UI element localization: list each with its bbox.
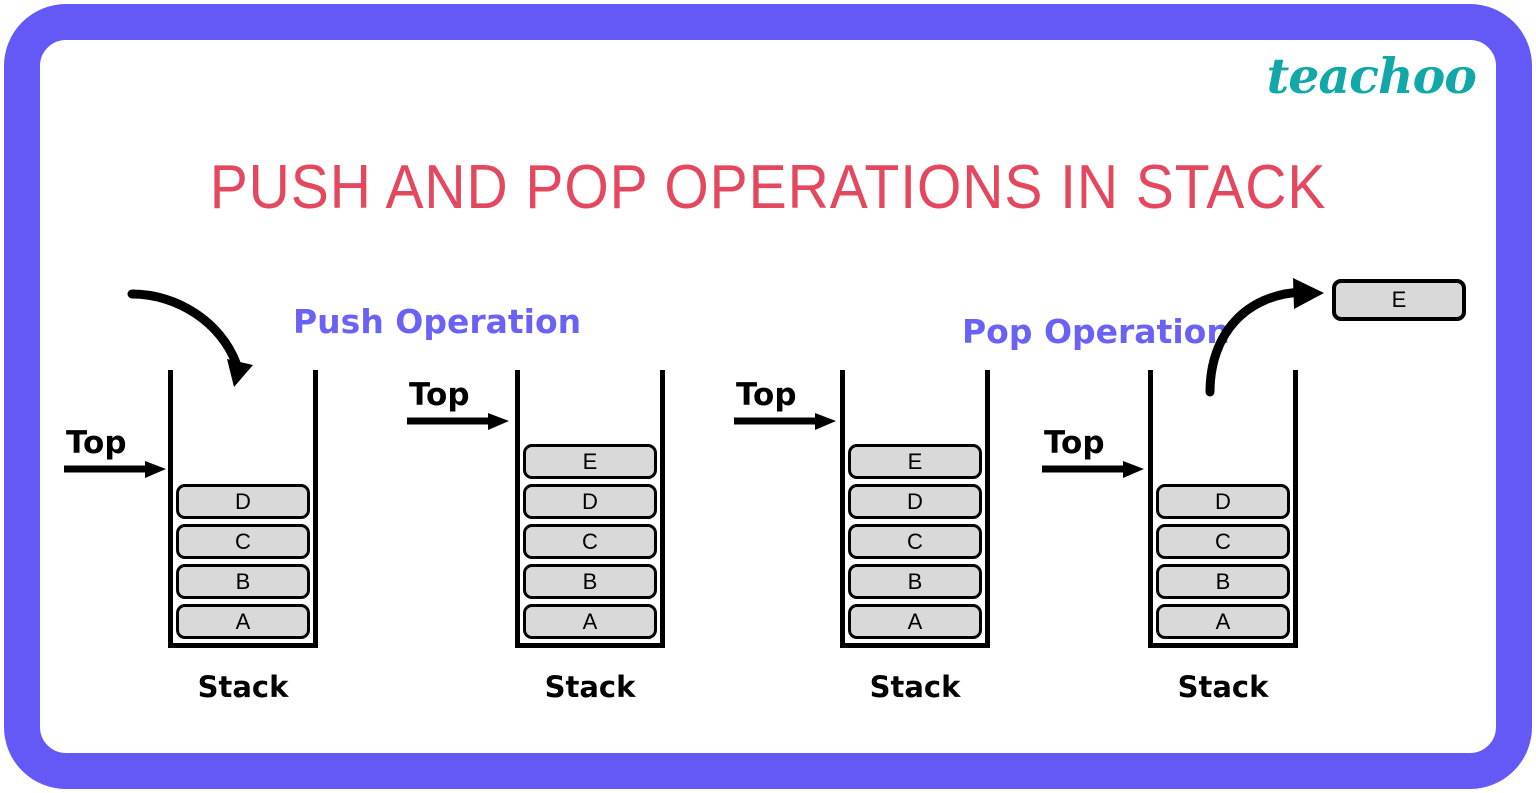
teachoo-logo: teachoo xyxy=(1266,47,1477,105)
stack-cell: B xyxy=(848,564,982,599)
top-arrow-icon-2 xyxy=(407,413,509,430)
stack-after-push: E D C B A Stack xyxy=(515,370,665,704)
top-arrow-icon-3 xyxy=(734,413,836,430)
stack-caption-3: Stack xyxy=(869,670,961,704)
popped-element: E xyxy=(1332,279,1466,321)
stack-cell: D xyxy=(523,484,657,519)
stack-container-4: D C B A xyxy=(1148,370,1298,648)
top-pointer-label-1: Top xyxy=(66,425,127,461)
stack-cell: C xyxy=(523,524,657,559)
top-pointer-stack-4: Top xyxy=(1040,428,1150,490)
stack-after-pop: D C B A Stack xyxy=(1148,370,1298,704)
top-pointer-stack-1: Top xyxy=(62,428,172,490)
stack-cell: C xyxy=(848,524,982,559)
diagram-canvas: teachoo PUSH AND POP OPERATIONS IN STACK… xyxy=(0,0,1536,793)
stack-cell: E xyxy=(523,444,657,479)
top-pointer-label-4: Top xyxy=(1044,425,1105,461)
stack-cell: A xyxy=(176,604,310,639)
stack-cell: B xyxy=(1156,564,1290,599)
stack-cell: D xyxy=(176,484,310,519)
top-pointer-label-3: Top xyxy=(736,377,797,413)
stack-caption-4: Stack xyxy=(1177,670,1269,704)
stack-before-push: D C B A Stack xyxy=(168,370,318,704)
pop-operation-label: Pop Operation xyxy=(962,312,1230,351)
top-pointer-stack-2: Top xyxy=(405,380,515,442)
stack-container-1: D C B A xyxy=(168,370,318,648)
stack-cell: A xyxy=(1156,604,1290,639)
stack-caption-2: Stack xyxy=(544,670,636,704)
stack-cell: A xyxy=(523,604,657,639)
stack-container-3: E D C B A xyxy=(840,370,990,648)
stack-caption-1: Stack xyxy=(197,670,289,704)
page-title: PUSH AND POP OPERATIONS IN STACK xyxy=(209,153,1327,222)
push-operation-label: Push Operation xyxy=(293,302,582,341)
top-pointer-stack-3: Top xyxy=(732,380,842,442)
stack-before-pop: E D C B A Stack xyxy=(840,370,990,704)
stack-cell: E xyxy=(848,444,982,479)
top-arrow-icon-1 xyxy=(64,461,166,478)
stack-cell: B xyxy=(523,564,657,599)
stack-cell: B xyxy=(176,564,310,599)
top-pointer-label-2: Top xyxy=(409,377,470,413)
stack-cell: C xyxy=(1156,524,1290,559)
stack-cell: C xyxy=(176,524,310,559)
stack-cell: D xyxy=(848,484,982,519)
stack-container-2: E D C B A xyxy=(515,370,665,648)
stack-cell: D xyxy=(1156,484,1290,519)
stack-cell: A xyxy=(848,604,982,639)
top-arrow-icon-4 xyxy=(1042,461,1144,478)
